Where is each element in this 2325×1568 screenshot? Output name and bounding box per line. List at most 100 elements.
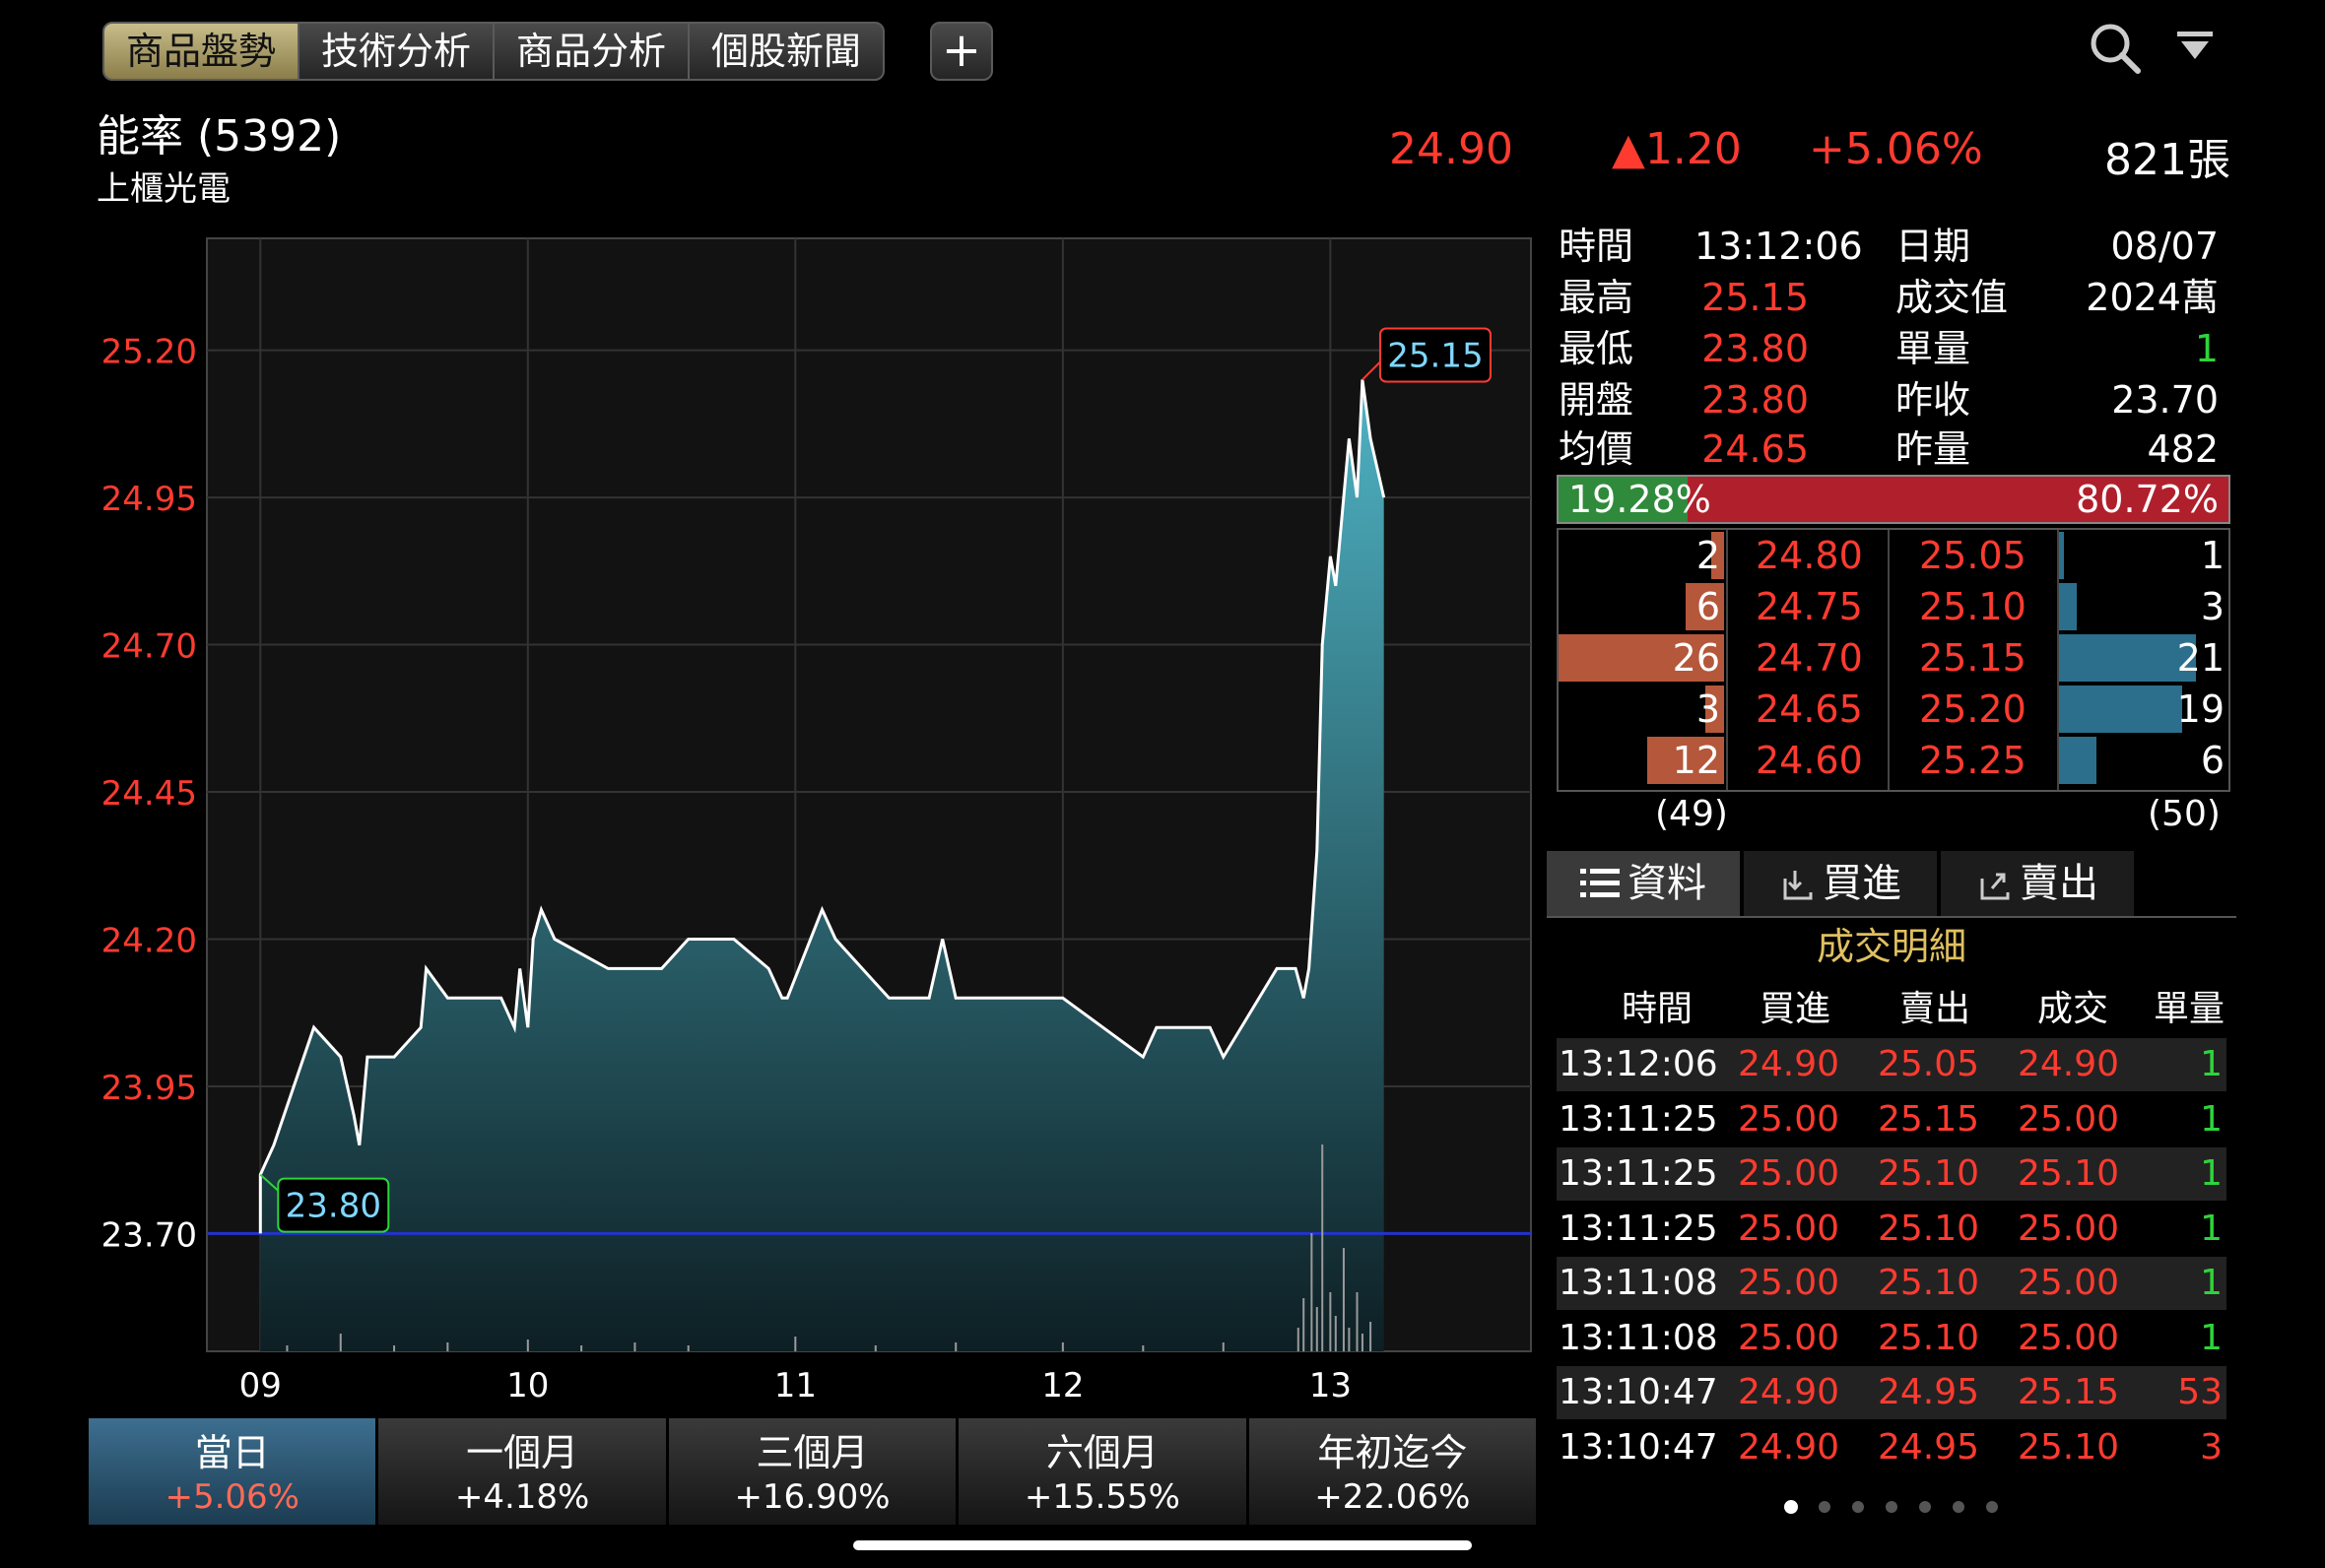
trade-row[interactable]: 13:11:25 25.00 25.15 25.00 1 [1557,1093,2226,1146]
tab-buy[interactable]: 買進 [1744,851,1941,916]
trade-bid: 25.00 [1738,1153,1840,1194]
period-tab-bar: 當日 +5.06% 一個月 +4.18% 三個月 +16.90% 六個月 +15.55%… [89,1418,1540,1525]
order-book-row: 2 24.80 25.05 1 [1559,530,2228,581]
search-icon[interactable] [2087,20,2142,75]
y-tick-label: 23.95 [101,1069,197,1108]
x-axis: 09 10 11 12 13 [239,1366,1352,1405]
tab-product-analysis[interactable]: 商品分析 [495,24,691,79]
home-indicator[interactable] [853,1540,1472,1550]
trade-volume: 1 [2200,1208,2223,1249]
period-tab-6m[interactable]: 六個月 +15.55% [959,1418,1249,1525]
trade-bid: 25.00 [1738,1263,1840,1303]
trade-bid: 25.00 [1738,1098,1840,1140]
tab-sell[interactable]: 賣出 [1941,851,2138,916]
trade-time: 13:11:25 [1559,1153,1718,1194]
trade-row[interactable]: 13:12:06 24.90 25.05 24.90 1 [1557,1038,2226,1091]
order-book-row: 6 24.75 25.10 3 [1559,581,2228,632]
intraday-chart[interactable]: 25.20 24.95 24.70 24.45 24.20 23.95 23.70 09 10… [89,227,1547,1408]
filter-dropdown-icon[interactable] [2177,30,2213,65]
info-row-open: 開盤 23.80 昨收 23.70 [1559,378,2219,422]
info-row-low: 最低 23.80 單量 1 [1559,327,2219,370]
tab-stock-news[interactable]: 個股新聞 [690,24,883,79]
trade-price: 25.00 [2018,1317,2120,1358]
trade-row[interactable]: 13:11:25 25.00 25.10 25.00 1 [1557,1203,2226,1256]
list-icon [1580,869,1620,897]
trade-ask: 25.10 [1878,1208,1980,1249]
trade-volume: 1 [2200,1044,2223,1084]
x-tick-label: 10 [506,1366,549,1405]
bid-price[interactable]: 24.75 [1756,581,1863,632]
y-axis: 25.20 24.95 24.70 24.45 24.20 23.95 23.70 [101,333,197,1256]
bid-price[interactable]: 24.80 [1756,530,1863,581]
ask-price[interactable]: 25.25 [1919,735,2026,786]
order-book: 2 24.80 25.05 1 6 24.75 25.10 3 26 24.70 25.15 21 3 2… [1557,528,2230,792]
trade-volume: 53 [2177,1372,2223,1412]
trade-row[interactable]: 13:10:47 24.90 24.95 25.15 53 [1557,1366,2226,1419]
ask-volume-bar [2057,737,2096,784]
tab-technical[interactable]: 技術分析 [299,24,496,79]
trade-row[interactable]: 13:11:25 25.00 25.10 25.10 1 [1557,1147,2226,1201]
x-tick-label: 09 [239,1366,282,1405]
y-tick-label: 25.20 [101,333,197,372]
trade-row[interactable]: 13:11:08 25.00 25.10 25.00 1 [1557,1312,2226,1365]
bid-price[interactable]: 24.60 [1756,735,1863,786]
trade-time: 13:12:06 [1559,1044,1718,1084]
period-tab-1m[interactable]: 一個月 +4.18% [378,1418,669,1525]
ask-qty: 6 [2200,739,2225,782]
trade-price: 25.00 [2018,1208,2120,1249]
trade-bid: 25.00 [1738,1317,1840,1358]
bid-qty: 2 [1695,534,1720,577]
ask-price[interactable]: 25.10 [1919,581,2026,632]
trade-volume: 1 [2200,1317,2223,1358]
trade-price: 25.10 [2018,1153,2120,1194]
sell-ratio-label: 80.72% [2076,478,2219,521]
trade-time: 13:10:47 [1559,1372,1718,1412]
period-tab-today[interactable]: 當日 +5.06% [89,1418,379,1525]
trade-row[interactable]: 13:11:08 25.00 25.10 25.00 1 [1557,1257,2226,1310]
info-row-time: 時間 13:12:06 日期 08/07 [1559,225,2219,268]
period-tab-ytd[interactable]: 年初迄今 +22.06% [1248,1418,1540,1525]
ask-qty: 19 [2176,687,2225,731]
buy-sell-ratio-bar: 19.28% 80.72% [1557,475,2230,524]
trade-price: 25.10 [2018,1426,2120,1468]
ask-total: (50) [2148,794,2221,834]
ask-qty: 21 [2176,636,2225,680]
period-tab-3m[interactable]: 三個月 +16.90% [668,1418,960,1525]
tab-data[interactable]: 資料 [1547,851,1744,916]
ask-volume-bar [2057,686,2182,733]
trade-ask: 25.15 [1878,1098,1980,1140]
trade-time: 13:10:47 [1559,1426,1718,1468]
trade-price: 24.90 [2018,1044,2120,1084]
trade-ask: 24.95 [1878,1372,1980,1412]
trade-price: 25.15 [2018,1372,2120,1412]
ask-price[interactable]: 25.20 [1919,684,2026,735]
bid-price[interactable]: 24.65 [1756,684,1863,735]
info-row-avg: 均價 24.65 昨量 482 [1559,427,2219,471]
x-tick-label: 13 [1309,1366,1352,1405]
trade-ask: 24.95 [1878,1426,1980,1468]
trade-volume: 1 [2200,1153,2223,1194]
stock-change-pct: +5.06% [1809,124,1983,174]
order-book-divider [1888,530,1890,790]
add-tab-button[interactable]: + [930,22,993,81]
ask-volume-bar [2057,583,2077,630]
trade-time: 13:11:25 [1559,1208,1718,1249]
trade-volume: 3 [2200,1426,2223,1468]
order-book-row: 3 24.65 25.20 19 [1559,684,2228,735]
bid-total: (49) [1655,794,1728,834]
ask-price[interactable]: 25.05 [1919,530,2026,581]
page-indicator[interactable] [1773,1497,2010,1517]
ask-price[interactable]: 25.15 [1919,632,2026,684]
high-marker-label: 25.15 [1387,336,1483,375]
trade-bid: 24.90 [1738,1044,1840,1084]
trade-row[interactable]: 13:10:47 24.90 24.95 25.10 3 [1557,1421,2226,1474]
bid-price[interactable]: 24.70 [1756,632,1863,684]
y-tick-label: 24.20 [101,921,197,960]
y-tick-label: 24.70 [101,627,197,667]
y-tick-label: 23.70 [101,1215,197,1255]
tab-market[interactable]: 商品盤勢 [104,24,300,79]
trade-time: 13:11:08 [1559,1317,1718,1358]
divider [1547,916,2236,918]
trade-bid: 24.90 [1738,1426,1840,1468]
stock-name: 能率 (5392) [97,111,342,162]
